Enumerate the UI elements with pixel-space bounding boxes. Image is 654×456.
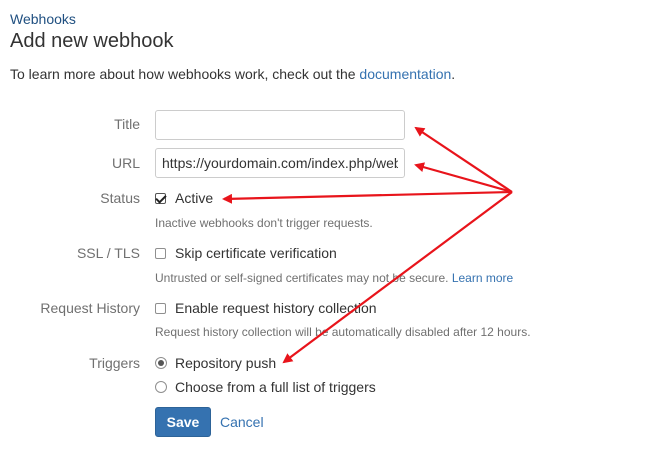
page-title: Add new webhook — [10, 30, 174, 52]
breadcrumb-webhooks-link[interactable]: Webhooks — [10, 11, 76, 27]
repository-push-radio[interactable] — [155, 357, 167, 369]
webhook-page: Webhooks Add new webhook To learn more a… — [0, 0, 654, 456]
active-checkbox-label: Active — [175, 190, 214, 206]
arrow-to-url-icon — [414, 162, 513, 194]
url-input[interactable] — [155, 148, 405, 178]
status-help-text: Inactive webhooks don't trigger requests… — [155, 216, 373, 230]
arrow-to-active-icon — [222, 190, 513, 204]
skip-cert-checkbox-label: Skip certificate verification — [175, 245, 337, 261]
intro-text: To learn more about how webhooks work, c… — [10, 66, 455, 82]
documentation-link[interactable]: documentation — [359, 66, 451, 82]
full-list-radio[interactable] — [155, 381, 167, 393]
trigger-option-full-list[interactable]: Choose from a full list of triggers — [155, 379, 376, 395]
intro-prefix: To learn more about how webhooks work, c… — [10, 66, 360, 82]
save-button[interactable]: Save — [155, 407, 211, 437]
ssl-help-message: Untrusted or self-signed certificates ma… — [155, 271, 452, 285]
ssl-tls-label: SSL / TLS — [76, 245, 140, 261]
url-label: URL — [111, 155, 140, 171]
skip-cert-checkbox[interactable] — [155, 247, 166, 259]
intro-suffix: . — [451, 66, 456, 82]
history-checkbox-label: Enable request history collection — [175, 300, 377, 316]
learn-more-link[interactable]: Learn more — [452, 271, 513, 285]
title-input[interactable] — [155, 110, 405, 140]
full-list-label: Choose from a full list of triggers — [175, 379, 376, 395]
history-checkbox-row[interactable]: Enable request history collection — [155, 300, 377, 316]
history-help-text: Request history collection will be autom… — [155, 325, 531, 339]
trigger-option-repository-push[interactable]: Repository push — [155, 355, 276, 371]
arrow-to-title-icon — [414, 126, 513, 193]
status-label: Status — [100, 190, 140, 206]
cancel-link[interactable]: Cancel — [220, 414, 264, 430]
active-checkbox-row[interactable]: Active — [155, 190, 213, 206]
request-history-label: Request History — [40, 300, 140, 316]
repository-push-label: Repository push — [175, 355, 277, 371]
triggers-label: Triggers — [89, 355, 140, 371]
skip-cert-checkbox-row[interactable]: Skip certificate verification — [155, 245, 337, 261]
ssl-help-text: Untrusted or self-signed certificates ma… — [155, 271, 513, 285]
title-label: Title — [114, 116, 140, 132]
history-checkbox[interactable] — [155, 302, 166, 314]
active-checkbox[interactable] — [155, 192, 166, 204]
